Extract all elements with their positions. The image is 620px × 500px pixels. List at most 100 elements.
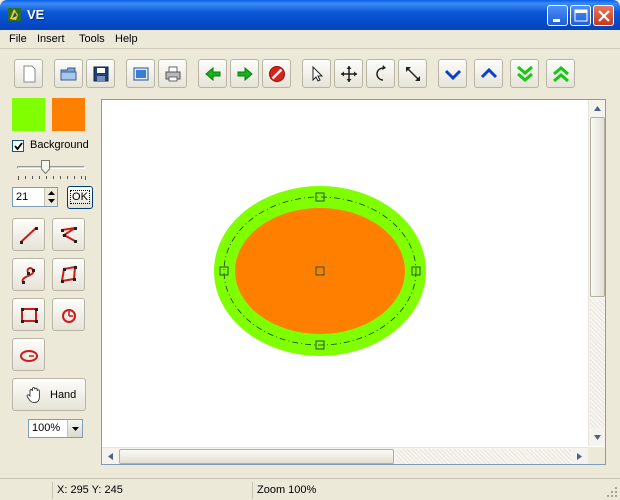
line-width-value[interactable]: 21 <box>16 191 28 203</box>
ellipse-shape-fill[interactable] <box>235 208 405 334</box>
fill-color-swatch[interactable] <box>52 98 85 131</box>
menu-help[interactable]: Help <box>115 33 138 45</box>
minimize-icon <box>553 19 560 22</box>
spin-buttons[interactable] <box>44 188 57 206</box>
vertical-scrollbar[interactable] <box>588 100 605 446</box>
curve-tool-button[interactable] <box>12 258 45 291</box>
hand-tool-button[interactable]: Hand <box>12 378 86 411</box>
minimize-button[interactable] <box>547 5 568 26</box>
status-coordinates: X: 295 Y: 245 <box>52 482 252 499</box>
double-chevron-up-icon <box>553 66 569 83</box>
polyline-tool-button[interactable] <box>52 218 85 251</box>
floppy-disk-icon <box>93 66 109 82</box>
horizontal-scrollbar[interactable] <box>102 447 590 464</box>
polyline-tool-icon <box>61 227 77 243</box>
resize-tool-button[interactable] <box>398 59 427 88</box>
line-tool-button[interactable] <box>12 218 45 251</box>
menu-bar: File Insert Tools Help <box>0 30 620 49</box>
menu-insert[interactable]: Insert <box>37 33 65 45</box>
arc-tool-icon <box>62 309 76 323</box>
move-down-button[interactable] <box>438 59 467 88</box>
drawing-canvas[interactable] <box>102 100 587 446</box>
open-file-button[interactable] <box>54 59 83 88</box>
slider-ticks <box>18 176 86 180</box>
ellipse-tool-button[interactable] <box>12 338 45 371</box>
stroke-color-swatch[interactable] <box>12 98 45 131</box>
zoom-select[interactable]: 100% <box>28 419 83 438</box>
send-to-bottom-button[interactable] <box>510 59 539 88</box>
maximize-icon <box>574 9 588 22</box>
rectangle-tool-icon <box>21 308 38 323</box>
bring-to-top-button[interactable] <box>546 59 575 88</box>
blank-page-icon <box>23 65 36 83</box>
double-chevron-down-icon <box>517 65 533 82</box>
chevron-up-icon <box>480 67 498 79</box>
polygon-tool-button[interactable] <box>52 258 85 291</box>
vertical-scroll-track[interactable] <box>590 300 605 428</box>
image-button[interactable] <box>126 59 155 88</box>
status-bar: X: 295 Y: 245 Zoom 100% <box>0 478 620 500</box>
chevron-down-icon <box>72 427 79 431</box>
move-tool-button[interactable] <box>334 59 363 88</box>
picture-icon <box>133 67 149 81</box>
arrow-left-icon <box>205 66 221 82</box>
line-width-spinbox[interactable]: 21 <box>12 187 58 207</box>
width-slider-thumb[interactable] <box>41 160 50 174</box>
menu-file[interactable]: File <box>9 33 27 45</box>
width-slider-track[interactable] <box>17 166 85 169</box>
rotate-tool-button[interactable] <box>366 59 395 88</box>
printer-icon <box>165 66 181 82</box>
move-cross-icon <box>341 66 357 82</box>
checkmark-icon <box>14 142 23 151</box>
select-tool-button[interactable] <box>302 59 331 88</box>
toolbar <box>0 50 620 96</box>
spin-up-down-icon[interactable] <box>45 188 58 206</box>
background-checkbox[interactable] <box>12 140 24 152</box>
arc-tool-button[interactable] <box>52 298 85 331</box>
zoom-dropdown-button[interactable] <box>67 420 82 437</box>
polygon-tool-icon <box>60 265 77 283</box>
status-zoom: Zoom 100% <box>252 482 462 499</box>
zoom-select-value: 100% <box>32 422 61 434</box>
maximize-button[interactable] <box>570 5 591 26</box>
hand-icon <box>26 387 40 403</box>
move-up-button[interactable] <box>474 59 503 88</box>
arrow-right-icon <box>237 66 253 82</box>
new-file-button[interactable] <box>14 59 43 88</box>
line-tool-icon <box>20 227 38 244</box>
stop-button[interactable] <box>262 59 291 88</box>
horizontal-scroll-thumb[interactable] <box>119 449 394 464</box>
rectangle-tool-button[interactable] <box>12 298 45 331</box>
close-icon <box>598 10 610 22</box>
close-button[interactable] <box>593 5 614 26</box>
horizontal-scroll-track[interactable] <box>396 449 571 464</box>
folder-icon <box>60 67 77 81</box>
scroll-down-icon[interactable] <box>590 430 605 445</box>
scroll-right-icon[interactable] <box>572 449 587 464</box>
ok-button[interactable]: OK <box>67 186 93 209</box>
drawing-canvas-frame <box>101 99 606 465</box>
scroll-left-icon[interactable] <box>103 449 118 464</box>
resize-diagonal-icon <box>406 67 420 81</box>
window-title: VE <box>27 7 45 22</box>
menu-tools[interactable]: Tools <box>79 33 105 45</box>
forward-button[interactable] <box>230 59 259 88</box>
vertical-scroll-thumb[interactable] <box>590 117 605 297</box>
hand-label: Hand <box>50 389 77 401</box>
rotate-icon <box>376 65 386 81</box>
ellipse-tool-icon <box>20 350 38 362</box>
curve-tool-icon <box>21 267 35 284</box>
app-icon <box>8 8 21 21</box>
back-button[interactable] <box>198 59 227 88</box>
save-file-button[interactable] <box>86 59 115 88</box>
print-button[interactable] <box>158 59 187 88</box>
stop-icon <box>269 66 285 82</box>
chevron-down-icon <box>444 69 462 81</box>
scroll-up-icon[interactable] <box>590 101 605 116</box>
resize-grip-icon[interactable] <box>606 486 618 498</box>
pointer-arrow-icon <box>312 65 324 82</box>
background-label: Background <box>30 139 89 151</box>
title-bar: VE <box>0 0 620 30</box>
ok-label: OK <box>70 190 90 204</box>
scroll-corner <box>588 447 605 464</box>
